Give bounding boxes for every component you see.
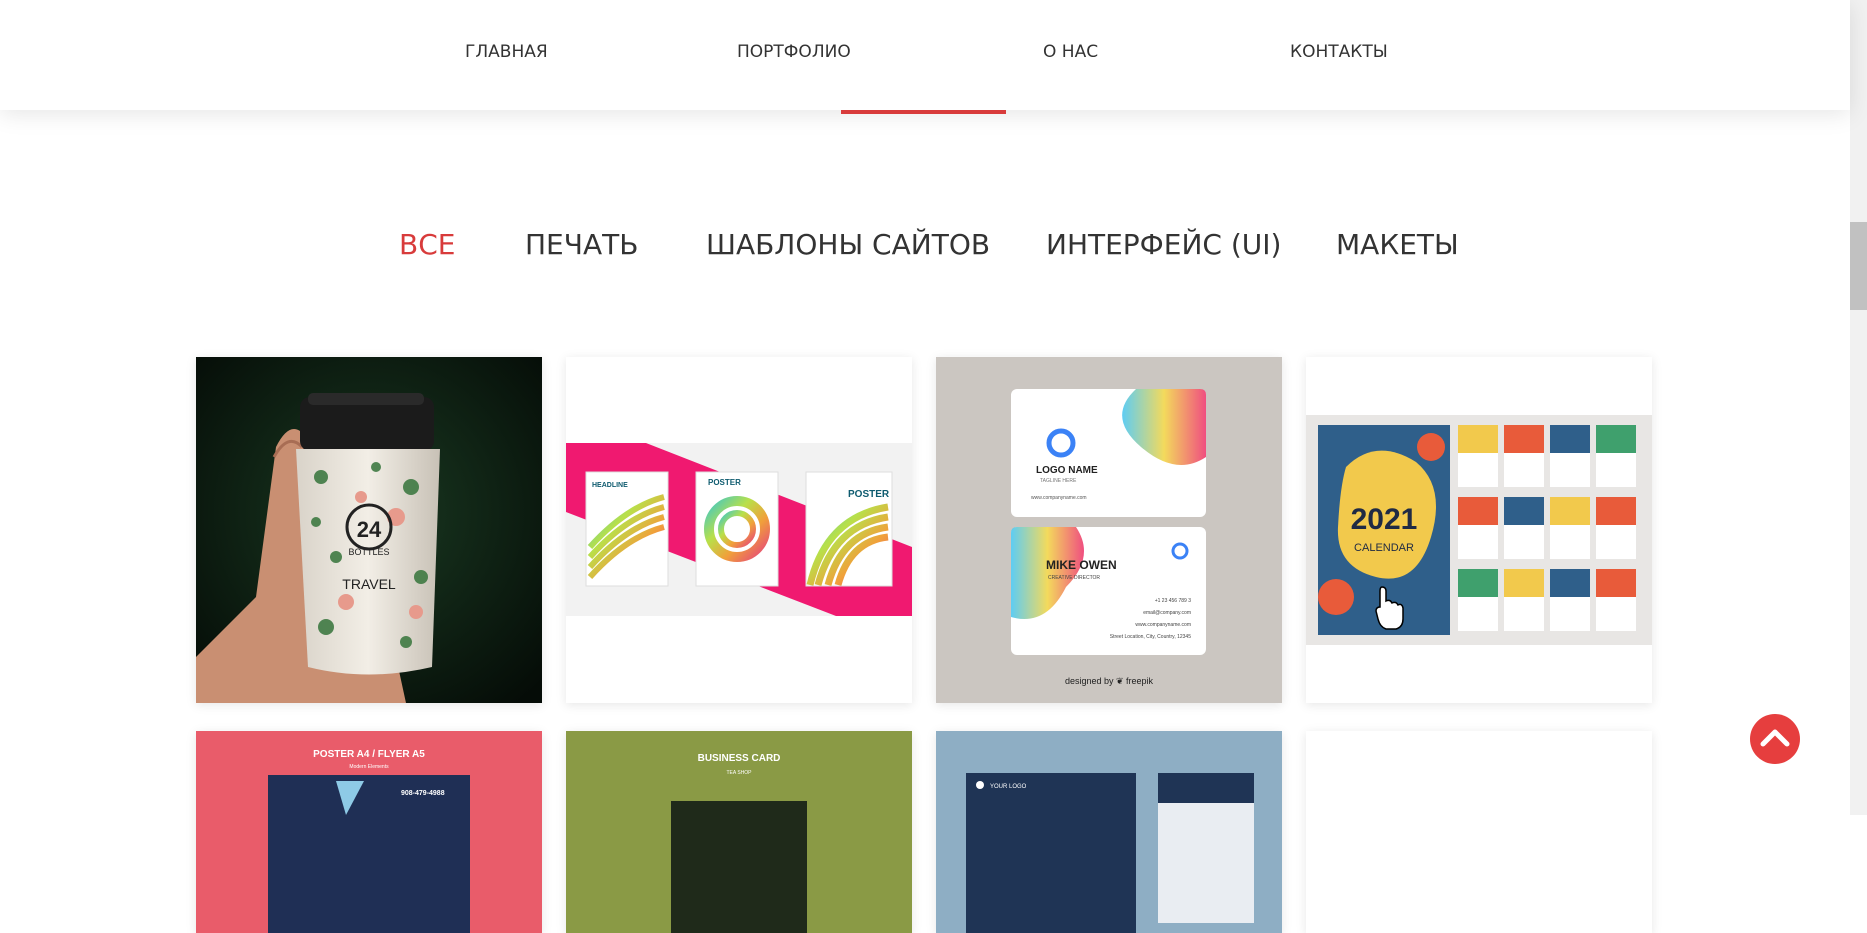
filter-site-templates[interactable]: ШАБЛОНЫ САЙТОВ	[706, 228, 990, 261]
nav-item-home[interactable]: ГЛАВНАЯ	[465, 42, 548, 62]
filter-mockups[interactable]: МАКЕТЫ	[1336, 228, 1459, 261]
filter-all[interactable]: ВСЕ	[399, 228, 455, 261]
portfolio-item-poster-set[interactable]: HEADLINE POSTER POSTER	[566, 357, 912, 703]
svg-text:www.companyname.com: www.companyname.com	[1031, 495, 1087, 501]
svg-text:908-479-4988: 908-479-4988	[401, 790, 445, 797]
chevron-up-icon	[1760, 729, 1790, 747]
svg-text:MIKE OWEN: MIKE OWEN	[1046, 558, 1117, 572]
nav-item-about[interactable]: О НАС	[1043, 42, 1098, 62]
portfolio-item-calendar[interactable]: 2021 CALENDAR	[1306, 357, 1652, 703]
portfolio-item-blank[interactable]	[1306, 731, 1652, 933]
travel-mug-image: 24 BOTTLES TRAVEL	[196, 357, 542, 703]
business-card-image: LOGO NAME TAGLINE HERE www.companyname.c…	[936, 357, 1282, 703]
svg-text:24: 24	[357, 517, 382, 542]
filter-ui[interactable]: ИНТЕРФЕЙС (UI)	[1046, 228, 1281, 261]
svg-text:Modern Elements: Modern Elements	[349, 764, 389, 770]
business-card-tea-image: BUSINESS CARD TEA SHOP	[566, 731, 912, 933]
page-scrollbar[interactable]	[1850, 0, 1867, 815]
poster-flyer-image: POSTER A4 / FLYER A5 Modern Elements 908…	[196, 731, 542, 933]
portfolio-item-poster-flyer[interactable]: POSTER A4 / FLYER A5 Modern Elements 908…	[196, 731, 542, 933]
portfolio-item-business-card-blue[interactable]: YOUR LOGO	[936, 731, 1282, 933]
portfolio-item-business-card-tea[interactable]: BUSINESS CARD TEA SHOP	[566, 731, 912, 933]
svg-text:YOUR LOGO: YOUR LOGO	[990, 784, 1027, 790]
poster-set-image: HEADLINE POSTER POSTER	[566, 443, 912, 616]
svg-text:BOTTLES: BOTTLES	[348, 547, 389, 557]
nav-item-portfolio[interactable]: ПОРТФОЛИО	[737, 42, 851, 62]
portfolio-item-travel-mug[interactable]: 24 BOTTLES TRAVEL	[196, 357, 542, 703]
svg-text:CREATIVE DIRECTOR: CREATIVE DIRECTOR	[1048, 575, 1100, 581]
calendar-image: 2021 CALENDAR	[1306, 415, 1652, 645]
svg-text:+1 23 456 789 3: +1 23 456 789 3	[1155, 598, 1192, 604]
svg-text:2021: 2021	[1351, 503, 1418, 536]
svg-text:LOGO NAME: LOGO NAME	[1036, 465, 1098, 476]
svg-text:HEADLINE: HEADLINE	[592, 482, 628, 489]
top-navigation: ГЛАВНАЯ ПОРТФОЛИО О НАС КОНТАКТЫ	[0, 0, 1850, 110]
nav-item-contacts[interactable]: КОНТАКТЫ	[1290, 42, 1388, 62]
filter-print[interactable]: ПЕЧАТЬ	[525, 228, 638, 261]
svg-text:CALENDAR: CALENDAR	[1354, 542, 1414, 554]
svg-text:POSTER: POSTER	[848, 489, 890, 500]
svg-text:POSTER: POSTER	[708, 478, 741, 487]
svg-text:TEA SHOP: TEA SHOP	[726, 770, 752, 776]
svg-text:BUSINESS CARD: BUSINESS CARD	[698, 753, 781, 764]
scrollbar-thumb[interactable]	[1850, 222, 1867, 310]
svg-text:email@company.com: email@company.com	[1143, 610, 1191, 616]
business-card-blue-image: YOUR LOGO	[936, 731, 1282, 933]
svg-text:TAGLINE HERE: TAGLINE HERE	[1040, 478, 1077, 484]
svg-text:POSTER A4 / FLYER A5: POSTER A4 / FLYER A5	[313, 749, 425, 760]
svg-text:www.companyname.com: www.companyname.com	[1135, 622, 1191, 628]
svg-text:designed by ❦ freepik: designed by ❦ freepik	[1065, 676, 1154, 686]
svg-text:TRAVEL: TRAVEL	[342, 576, 396, 592]
nav-active-indicator	[841, 110, 1006, 114]
scroll-to-top-button[interactable]	[1750, 714, 1800, 764]
svg-text:Street Location, City, Country: Street Location, City, Country, 12345	[1110, 634, 1191, 640]
portfolio-item-business-card[interactable]: LOGO NAME TAGLINE HERE www.companyname.c…	[936, 357, 1282, 703]
